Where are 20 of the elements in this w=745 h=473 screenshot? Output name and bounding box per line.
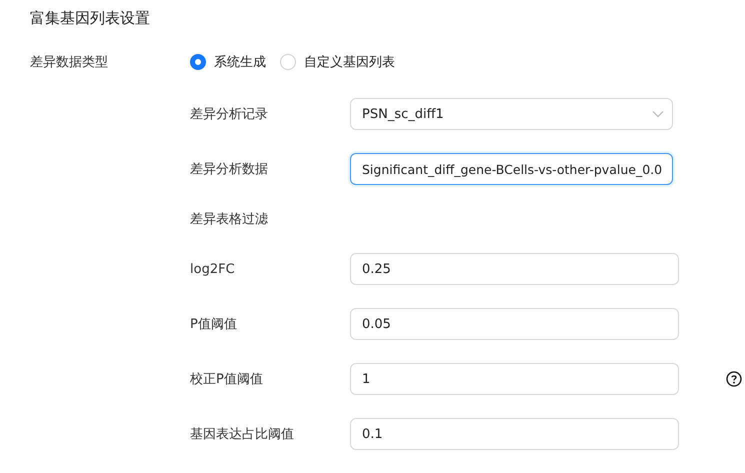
chevron-down-icon xyxy=(652,110,664,118)
field-label: 校正P值阈值 xyxy=(190,371,264,388)
field-label: 基因表达占比阈值 xyxy=(190,426,295,443)
radio-button[interactable] xyxy=(190,54,206,70)
help-icon[interactable] xyxy=(726,371,742,387)
input-field[interactable]: Significant_diff_gene-BCells-vs-other-pvalue_0.0 xyxy=(350,153,673,185)
field-label: 差异分析记录 xyxy=(190,106,269,123)
field-label: 差异数据类型 xyxy=(30,54,109,71)
field-label: P值阈值 xyxy=(190,316,238,333)
section-title: 富集基因列表设置 xyxy=(30,8,151,29)
input-field[interactable]: 1 xyxy=(350,363,679,395)
input-field[interactable]: 0.25 xyxy=(350,253,679,285)
select-field[interactable]: PSN_sc_diff1 xyxy=(350,98,673,130)
field-label: 差异分析数据 xyxy=(190,161,269,178)
field-label: log2FC xyxy=(190,262,236,276)
radio-option[interactable]: 自定义基因列表 xyxy=(280,53,395,71)
input-field[interactable]: 0.05 xyxy=(350,308,679,340)
radio-option[interactable]: 系统生成 xyxy=(190,53,266,71)
group-heading: 差异表格过滤 xyxy=(190,211,269,228)
input-field[interactable]: 0.1 xyxy=(350,418,679,450)
